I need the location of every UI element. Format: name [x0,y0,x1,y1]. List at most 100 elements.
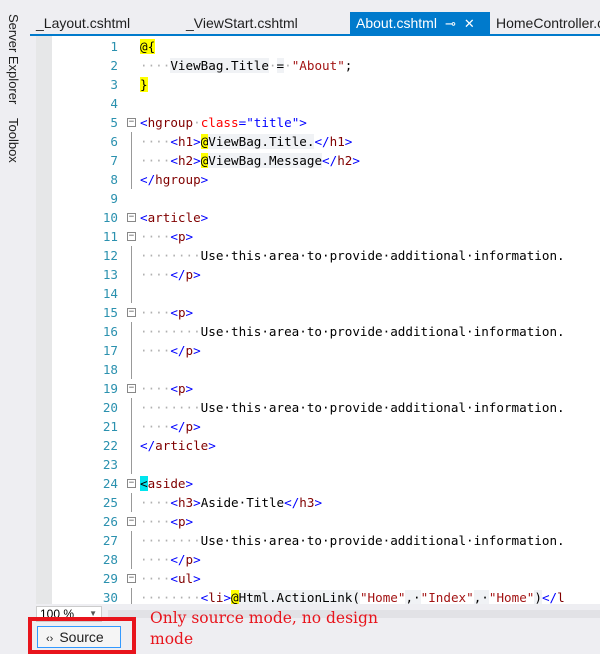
line-number: 25 [102,495,118,510]
collapse-icon[interactable]: − [127,384,136,393]
code-line[interactable]: 8 </hgroup> [36,170,600,189]
line-number: 11 [102,229,118,244]
code-token: ···· [140,153,171,168]
code-line[interactable]: 23 [36,455,600,474]
tab-layout[interactable]: _Layout.cshtml [30,12,130,34]
toolbox-tab[interactable]: Toolbox [6,118,21,163]
code-token: < [170,495,178,510]
collapse-icon[interactable]: − [127,118,136,127]
code-line[interactable]: 10− <article> [36,208,600,227]
outline-guide [131,265,132,284]
tab-homecontroller[interactable]: HomeController.cs [490,12,600,34]
code-line[interactable]: 4 [36,94,600,113]
code-token: ···· [140,134,171,149]
code-token: < [170,381,178,396]
code-token: "title" [246,115,300,130]
source-label: Source [59,629,104,645]
collapse-icon[interactable]: − [127,479,136,488]
code-line[interactable]: 7 ····<h2>@ViewBag.Message</h2> [36,151,600,170]
code-token: h1 [329,134,345,149]
code-token: < [170,153,178,168]
code-token: ViewBag.Message [208,153,323,168]
code-editor[interactable]: 1 @{2 ····ViewBag.Title·=·"About"; 3} 4 5− <hg… [36,36,600,604]
code-line[interactable]: 11− ····<p> [36,227,600,246]
code-line[interactable]: 26− ····<p> [36,512,600,531]
code-line[interactable]: 14 [36,284,600,303]
code-token: hgroup [147,115,194,130]
outline-guide [131,417,132,436]
code-token: "About" [291,58,345,73]
code-line[interactable]: 30 ········<li>@Html.ActionLink("Home",·"… [36,588,600,604]
line-number: 15 [102,305,118,320]
outline-guide [131,132,132,151]
code-token: ········ [140,533,201,548]
code-token: Use·this·area·to·provide·additional·info… [200,324,565,339]
code-line[interactable]: 25 ····<h3>Aside·Title</h3> [36,493,600,512]
code-token: Aside·Title [200,495,285,510]
line-number: 2 [110,58,118,73]
tab-viewstart[interactable]: _ViewStart.cshtml [180,12,298,34]
code-text: ········Use·this·area·to·provide·additio… [140,322,565,341]
code-text: <aside> [140,474,193,493]
collapse-icon[interactable]: − [127,213,136,222]
collapse-icon[interactable]: − [127,308,136,317]
code-line[interactable]: 29− ····<ul> [36,569,600,588]
code-token: p [185,267,194,282]
code-line[interactable]: 9 [36,189,600,208]
code-token: ········ [140,248,201,263]
code-token: > [344,134,353,149]
code-token: p [185,419,194,434]
code-token: > [200,172,209,187]
code-text: ········Use·this·area·to·provide·additio… [140,531,565,550]
code-line[interactable]: 5− <hgroup·class="title"> [36,113,600,132]
code-text: ····<p> [140,227,193,246]
line-number: 1 [110,39,118,54]
tab-about[interactable]: About.cshtml ⊸ ✕ [350,12,490,34]
source-mode-button[interactable]: ‹› Source [37,626,121,648]
code-line[interactable]: 6 ····<h1>@ViewBag.Title.</h1> [36,132,600,151]
code-token: · [284,58,292,73]
outline-guide [131,588,132,604]
code-line[interactable]: 13 ····</p> [36,265,600,284]
code-line[interactable]: 16 ········Use·this·area·to·provide·addit… [36,322,600,341]
code-line[interactable]: 19− ····<p> [36,379,600,398]
code-token: > [185,381,194,396]
code-text: } [140,75,148,94]
code-line[interactable]: 24− <aside> [36,474,600,493]
code-token: > [185,476,194,491]
code-icon: ‹› [46,633,54,645]
code-line[interactable]: 20 ········Use·this·area·to·provide·addit… [36,398,600,417]
code-token: "Index" [420,590,474,604]
code-line[interactable]: 17 ····</p> [36,341,600,360]
code-line[interactable]: 22 </article> [36,436,600,455]
code-token: ···· [140,571,171,586]
close-icon[interactable]: ✕ [464,16,475,31]
code-text: ····</p> [140,550,201,569]
code-token: ········ [140,324,201,339]
code-line[interactable]: 18 [36,360,600,379]
outline-guide [131,398,132,417]
code-line[interactable]: 27 ········Use·this·area·to·provide·addit… [36,531,600,550]
code-line[interactable]: 2 ····ViewBag.Title·=·"About"; [36,56,600,75]
code-line[interactable]: 28 ····</p> [36,550,600,569]
code-line[interactable]: 12 ········Use·this·area·to·provide·addit… [36,246,600,265]
line-number: 26 [102,514,118,529]
code-line[interactable]: 3} [36,75,600,94]
tab-label: _Layout.cshtml [36,15,131,31]
code-token: < [170,229,178,244]
collapse-icon[interactable]: − [127,574,136,583]
outline-guide [131,360,132,379]
code-line[interactable]: 15− ····<p> [36,303,600,322]
code-token: Use·this·area·to·provide·additional·info… [200,533,565,548]
code-text: ····<h3>Aside·Title</h3> [140,493,322,512]
server-explorer-tab[interactable]: Server Explorer [6,14,21,104]
code-line[interactable]: 21 ····</p> [36,417,600,436]
code-line[interactable]: 1 @{ [36,37,600,56]
pin-icon[interactable]: ⊸ [445,16,456,31]
code-token: p [177,381,186,396]
collapse-icon[interactable]: − [127,232,136,241]
collapse-icon[interactable]: − [127,517,136,526]
code-text: ····<ul> [140,569,201,588]
outline-guide [131,284,132,303]
code-token: > [223,590,232,604]
